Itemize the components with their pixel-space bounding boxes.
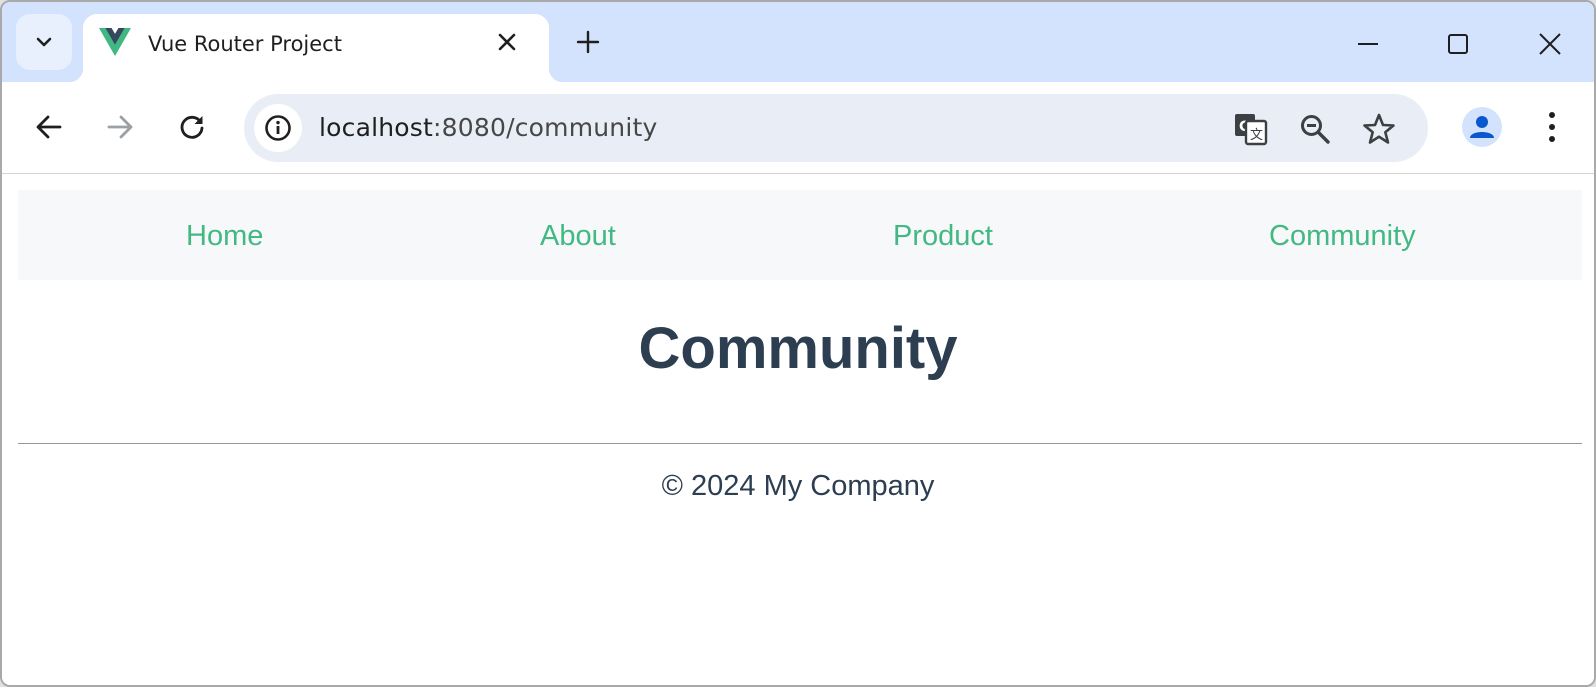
vue-logo-icon xyxy=(99,28,131,56)
browser-menu-button[interactable] xyxy=(1532,107,1572,147)
arrow-right-icon xyxy=(107,115,133,139)
url-host: localhost xyxy=(319,113,434,142)
new-tab-button[interactable] xyxy=(572,26,604,58)
close-icon xyxy=(1539,33,1561,55)
tab-title: Vue Router Project xyxy=(148,32,342,56)
nav-link-about[interactable]: About xyxy=(540,220,616,253)
tab-close-button[interactable] xyxy=(495,30,519,54)
minimize-button[interactable] xyxy=(1348,24,1388,64)
site-nav: Home About Product Community xyxy=(18,190,1582,280)
arrow-left-icon xyxy=(36,115,62,139)
close-icon xyxy=(498,33,516,51)
active-tab[interactable]: Vue Router Project xyxy=(69,14,563,82)
tab-strip: Vue Router Project xyxy=(2,2,1594,82)
copyright-footer: © 2024 My Company xyxy=(661,470,935,502)
maximize-button[interactable] xyxy=(1438,24,1478,64)
translate-button[interactable]: G 文 xyxy=(1232,110,1270,148)
person-icon xyxy=(1470,116,1494,138)
maximize-icon xyxy=(1448,34,1468,54)
profile-button[interactable] xyxy=(1462,107,1502,147)
nav-link-community[interactable]: Community xyxy=(1269,220,1416,253)
svg-text:文: 文 xyxy=(1250,128,1263,143)
reload-icon xyxy=(180,115,204,139)
minimize-icon xyxy=(1358,43,1378,45)
bookmark-button[interactable] xyxy=(1360,110,1398,148)
close-window-button[interactable] xyxy=(1530,24,1570,64)
chevron-down-icon xyxy=(36,37,52,47)
site-info-button[interactable] xyxy=(254,104,302,152)
plus-icon xyxy=(576,30,600,54)
tab-search-button[interactable] xyxy=(16,14,72,70)
kebab-menu-icon xyxy=(1549,112,1555,142)
address-bar[interactable]: localhost:8080/community G 文 xyxy=(244,94,1428,162)
zoom-out-icon xyxy=(1301,115,1330,144)
zoom-button[interactable] xyxy=(1296,110,1334,148)
back-button[interactable] xyxy=(26,104,72,150)
page-content: Home About Product Community Community ©… xyxy=(2,175,1594,685)
nav-link-product[interactable]: Product xyxy=(893,220,993,253)
star-icon xyxy=(1363,113,1395,144)
nav-link-home[interactable]: Home xyxy=(186,220,263,253)
translate-icon: G 文 xyxy=(1235,114,1268,146)
reload-button[interactable] xyxy=(169,104,215,150)
info-icon xyxy=(265,115,291,141)
forward-button[interactable] xyxy=(97,104,143,150)
url-text[interactable]: localhost:8080/community xyxy=(319,113,657,142)
browser-window: Vue Router Project localhost:8080/commun… xyxy=(0,0,1596,687)
browser-toolbar: localhost:8080/community G 文 xyxy=(2,82,1594,174)
page-title: Community xyxy=(638,316,958,381)
footer-divider xyxy=(18,443,1582,444)
url-path: :8080/community xyxy=(433,113,658,142)
